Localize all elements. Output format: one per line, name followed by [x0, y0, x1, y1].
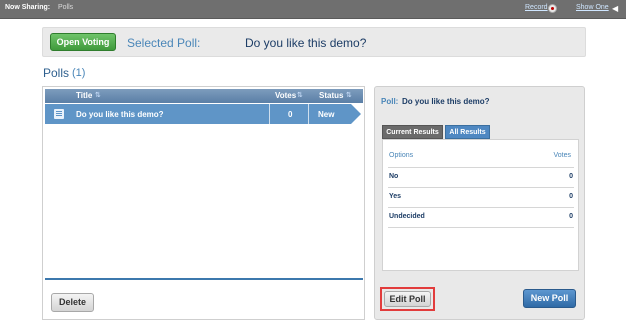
poll-icon: [54, 109, 64, 119]
result-option: Yes: [389, 193, 402, 200]
result-row: Undecided 0: [388, 207, 574, 227]
polls-count: (1): [72, 67, 86, 79]
panel-divider: [45, 278, 363, 280]
open-voting-button[interactable]: Open Voting: [50, 33, 116, 51]
polls-list-panel: Title ⇅ Votes ⇅ Status ⇅ Do you like thi…: [42, 86, 365, 320]
show-one-link[interactable]: Show One: [576, 4, 609, 11]
new-poll-button[interactable]: New Poll: [523, 289, 576, 308]
table-row[interactable]: Do you like this demo? 0 New: [45, 104, 351, 124]
result-votes: 0: [569, 173, 573, 180]
column-divider: [269, 104, 270, 124]
tab-current-results[interactable]: Current Results: [382, 125, 443, 139]
poll-label: Poll:: [381, 97, 399, 106]
record-link[interactable]: Record: [525, 4, 548, 11]
result-option: Undecided: [389, 213, 425, 220]
polls-heading: Polls: [43, 66, 70, 80]
result-option: No: [389, 173, 399, 180]
column-header-title[interactable]: Title: [76, 91, 92, 100]
selected-row-arrow: [351, 104, 361, 124]
result-votes: 0: [569, 193, 573, 200]
results-divider: [388, 227, 574, 228]
edit-poll-highlight: Edit Poll: [380, 287, 435, 311]
results-header: Options Votes: [383, 152, 578, 166]
result-row: Yes 0: [388, 187, 574, 207]
poll-votes-cell: 0: [288, 110, 293, 119]
column-header-votes[interactable]: Votes: [275, 91, 296, 100]
polls-table-header: Title ⇅ Votes ⇅ Status ⇅: [45, 89, 363, 103]
options-column-header: Options: [389, 152, 414, 159]
poll-detail-panel: Poll: Do you like this demo? Current Res…: [374, 86, 585, 320]
votes-column-header: Votes: [553, 152, 571, 159]
poll-title-cell: Do you like this demo?: [76, 110, 164, 119]
selected-poll-value: Do you like this demo?: [245, 36, 367, 50]
now-sharing-value: Polls: [58, 4, 74, 11]
column-header-status[interactable]: Status: [319, 91, 343, 100]
sort-icon[interactable]: ⇅: [95, 91, 101, 99]
poll-question: Do you like this demo?: [402, 97, 490, 106]
speaker-icon[interactable]: ◀: [612, 4, 618, 13]
poll-status-cell: New: [318, 110, 335, 119]
results-table: Options Votes No 0 Yes 0 Undecided 0: [382, 139, 579, 271]
selected-poll-label: Selected Poll:: [127, 36, 201, 50]
result-row: No 0: [388, 167, 574, 187]
record-icon[interactable]: [548, 4, 557, 13]
top-bar: Now Sharing: Polls Record Show One ◀: [0, 0, 626, 19]
now-sharing-label: Now Sharing:: [5, 4, 51, 11]
result-votes: 0: [569, 213, 573, 220]
delete-button[interactable]: Delete: [51, 293, 94, 312]
selected-poll-header: Open Voting Selected Poll: Do you like t…: [42, 27, 586, 57]
tab-all-results[interactable]: All Results: [445, 125, 490, 139]
sort-icon[interactable]: ⇅: [297, 91, 303, 99]
column-divider: [308, 104, 309, 124]
sort-icon[interactable]: ⇅: [346, 91, 352, 99]
edit-poll-button[interactable]: Edit Poll: [384, 291, 431, 307]
